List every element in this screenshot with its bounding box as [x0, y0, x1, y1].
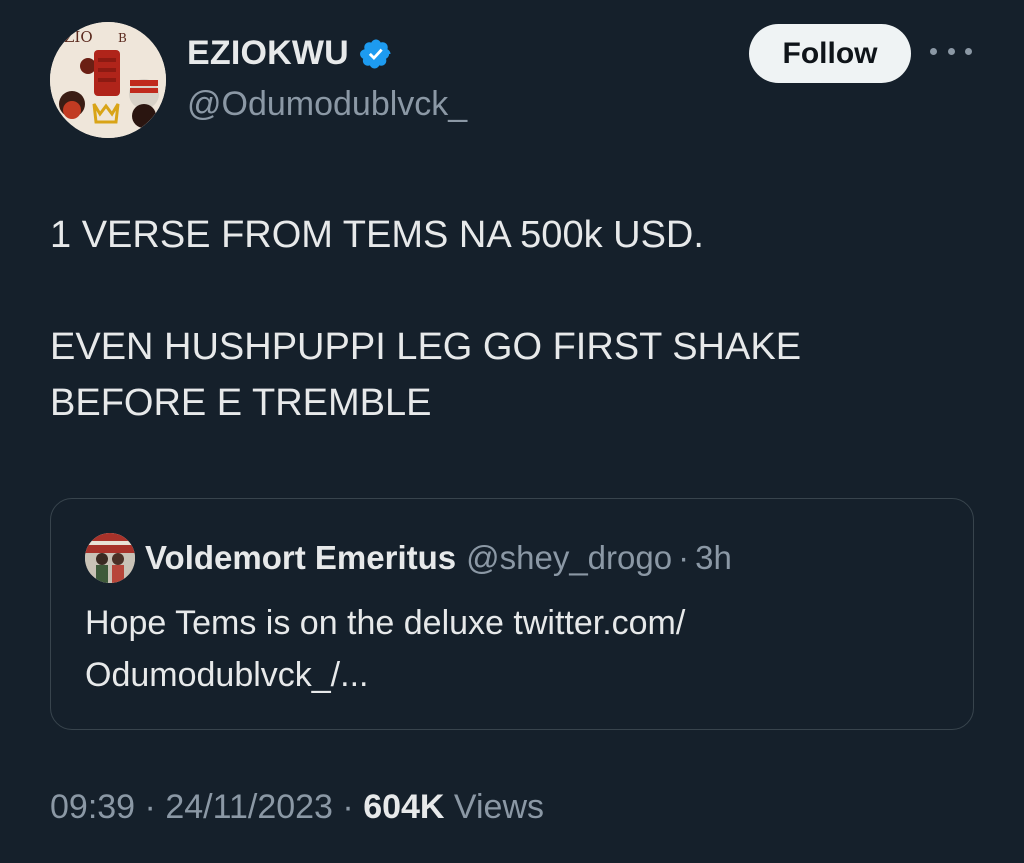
quoted-author-name: Voldemort Emeritus: [145, 539, 457, 576]
quoted-tweet-card[interactable]: Voldemort Emeritus @shey_drogo · 3h Hope…: [50, 498, 974, 730]
quoted-author-handle: @shey_drogo: [466, 539, 673, 576]
tweet-meta: 09:39 · 24/11/2023 · 604K Views: [50, 788, 544, 827]
quoted-tweet-text: Hope Tems is on the deluxe twitter.com/ …: [85, 604, 686, 694]
author-display-name[interactable]: EZIOKWU: [187, 34, 349, 73]
svg-text:ZIO: ZIO: [64, 28, 93, 46]
meta-separator: ·: [332, 788, 364, 826]
quoted-author-avatar: [85, 533, 135, 583]
tweet-body-text: 1 VERSE FROM TEMS NA 500k USD. EVEN HUSH…: [50, 214, 802, 424]
verified-badge-icon: [360, 38, 391, 69]
views-count: 604K: [363, 788, 445, 826]
more-dot: [930, 47, 937, 55]
more-dot: [947, 47, 955, 55]
meta-separator: ·: [135, 788, 166, 826]
tweet-date[interactable]: 24/11/2023: [165, 788, 333, 826]
follow-button[interactable]: Follow: [749, 24, 911, 83]
svg-text:B: B: [118, 31, 127, 45]
author-handle[interactable]: @Odumodublvck_: [187, 85, 467, 124]
tweet-time[interactable]: 09:39: [50, 788, 135, 826]
quoted-separator: ·: [678, 539, 690, 576]
album-art-avatar-icon: ZIO B: [50, 22, 166, 138]
tweet-detail: ZIO B EZIOKWU @Odumodublvck_ Follow 1 VE…: [0, 0, 1024, 863]
author-avatar[interactable]: ZIO B: [50, 22, 166, 138]
more-options-icon[interactable]: [930, 36, 972, 66]
quoted-timestamp: 3h: [695, 539, 732, 576]
quoted-avatar-photo-icon: [85, 533, 135, 583]
views-label: Views: [453, 788, 545, 826]
quoted-tweet-header: Voldemort Emeritus @shey_drogo · 3h: [85, 533, 732, 583]
more-dot: [965, 47, 972, 55]
author-name-row: EZIOKWU: [187, 34, 393, 73]
